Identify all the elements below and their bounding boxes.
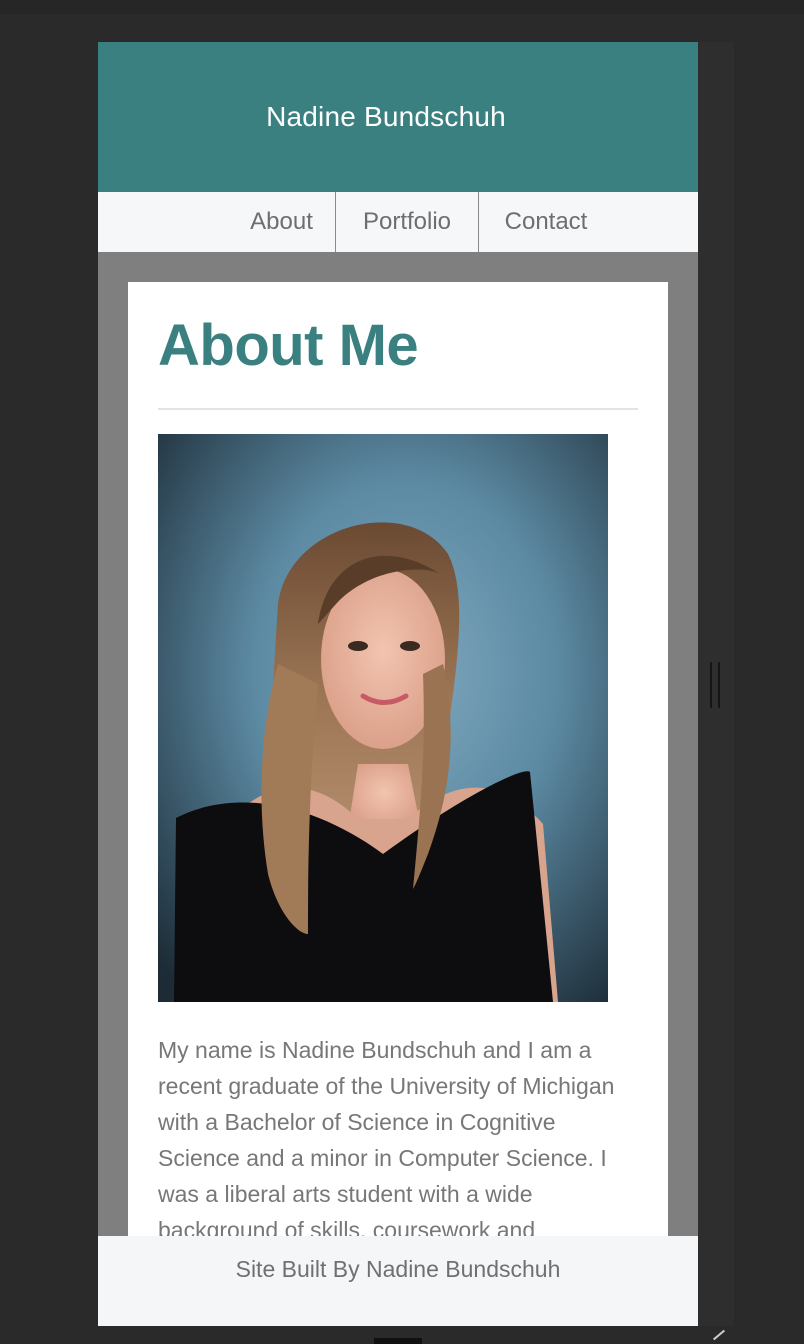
nav-about[interactable]: About — [228, 192, 336, 252]
profile-photo — [158, 434, 608, 1002]
main-nav: About Portfolio Contact — [98, 192, 698, 252]
footer-credit: Site Built By Nadine Bundschuh — [235, 1256, 561, 1282]
site-header: Nadine Bundschuh — [98, 42, 698, 192]
about-card: About Me My name is Nadine Bundschuh and… — [128, 282, 668, 1326]
nav-portfolio[interactable]: Portfolio — [336, 192, 479, 252]
title-divider — [158, 408, 638, 410]
site-footer: Site Built By Nadine Bundschuh — [98, 1236, 698, 1326]
mobile-viewport: Nadine Bundschuh About Portfolio Contact… — [98, 42, 698, 1326]
portrait-illustration — [158, 434, 608, 1002]
site-title[interactable]: Nadine Bundschuh — [266, 101, 506, 133]
nav-contact[interactable]: Contact — [479, 192, 613, 252]
corner-resize-icon[interactable] — [712, 1329, 726, 1341]
browser-stage: Nadine Bundschuh About Portfolio Contact… — [0, 0, 804, 1344]
page-title: About Me — [158, 313, 419, 378]
bottom-notch — [374, 1338, 422, 1344]
resize-handle[interactable] — [710, 662, 720, 708]
window-top-bar — [0, 0, 804, 14]
bio-text: My name is Nadine Bundschuh and I am a r… — [158, 1037, 615, 1243]
